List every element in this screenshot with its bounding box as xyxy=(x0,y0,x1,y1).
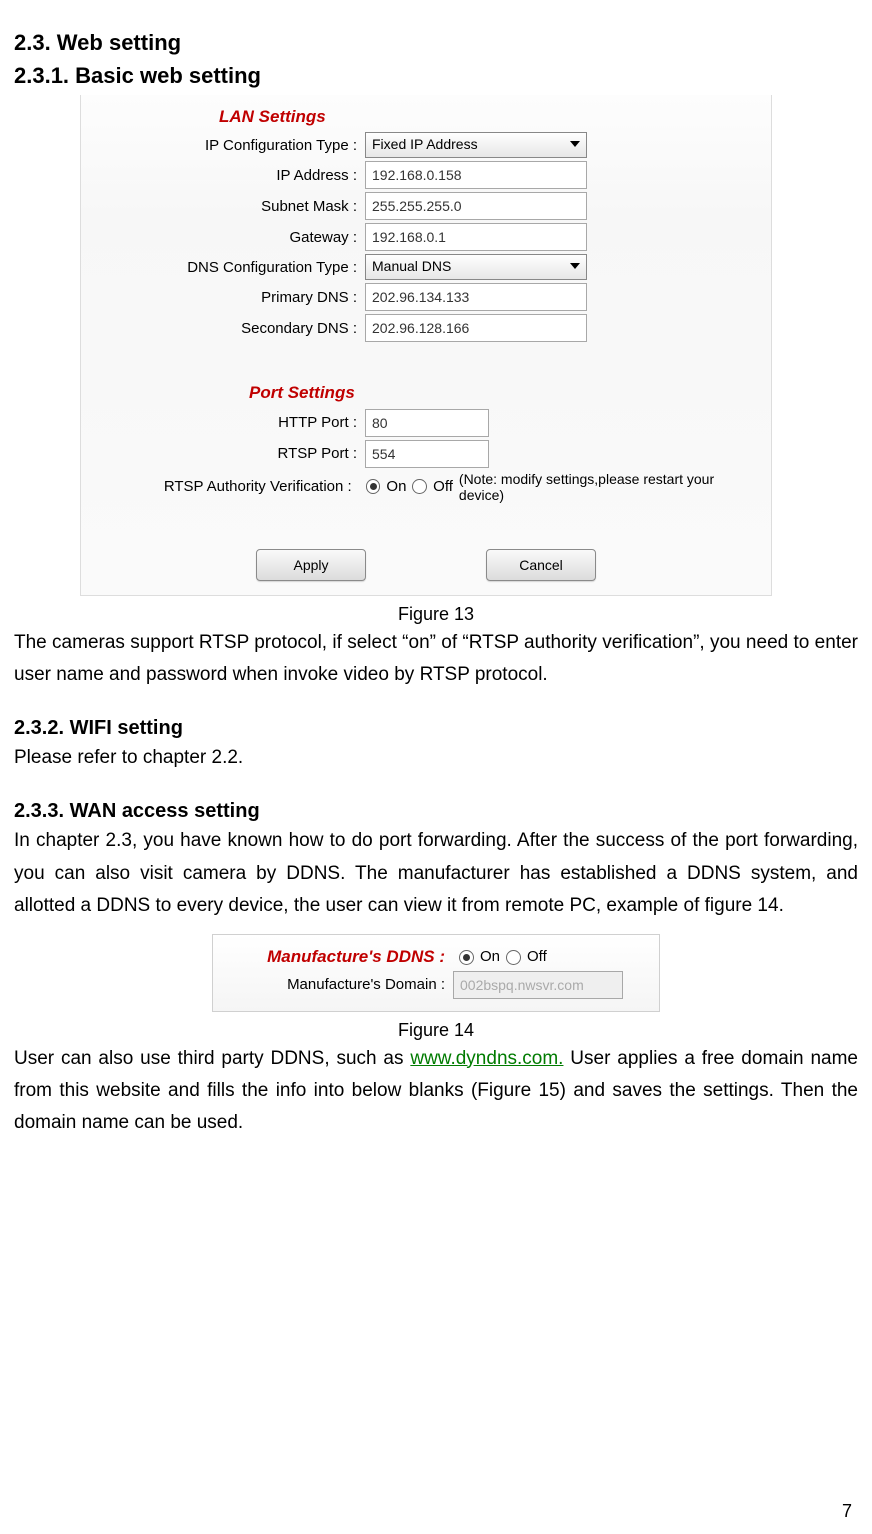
apply-button[interactable]: Apply xyxy=(256,549,366,581)
label-secondary-dns: Secondary DNS : xyxy=(95,320,365,337)
radio-ddns-off[interactable] xyxy=(506,950,521,965)
input-mfg-domain[interactable] xyxy=(453,971,623,999)
lan-settings-header: LAN Settings xyxy=(219,107,757,127)
select-dns-conf-type[interactable]: Manual DNS xyxy=(365,254,587,280)
input-rtsp-port[interactable] xyxy=(365,440,489,468)
label-http-port: HTTP Port : xyxy=(95,414,365,431)
cancel-button-label: Cancel xyxy=(519,557,563,573)
page-number: 7 xyxy=(842,1501,852,1522)
paragraph-after-fig13: The cameras support RTSP protocol, if se… xyxy=(14,627,858,692)
radio-rtsp-on[interactable] xyxy=(366,479,381,494)
paragraph-after-fig14-a: User can also use third party DDNS, such… xyxy=(14,1048,410,1069)
input-gateway[interactable] xyxy=(365,223,587,251)
label-mfg-ddns: Manufacture's DDNS : xyxy=(227,947,453,967)
figure-14-caption: Figure 14 xyxy=(14,1020,858,1041)
link-dyndns[interactable]: www.dyndns.com. xyxy=(410,1048,563,1069)
heading-2-3: 2.3. Web setting xyxy=(14,30,858,55)
select-ip-conf-type-value: Fixed IP Address xyxy=(372,136,478,152)
paragraph-wan: In chapter 2.3, you have known how to do… xyxy=(14,825,858,922)
port-settings-header: Port Settings xyxy=(249,383,757,403)
select-ip-conf-type[interactable]: Fixed IP Address xyxy=(365,132,587,158)
input-ip-address[interactable] xyxy=(365,161,587,189)
paragraph-after-fig14: User can also use third party DDNS, such… xyxy=(14,1043,858,1140)
label-dns-conf-type: DNS Configuration Type : xyxy=(95,259,365,276)
radio-ddns-on-label: On xyxy=(480,948,500,965)
figure-13-caption: Figure 13 xyxy=(14,604,858,625)
input-secondary-dns[interactable] xyxy=(365,314,587,342)
chevron-down-icon xyxy=(570,263,580,269)
select-dns-conf-type-value: Manual DNS xyxy=(372,258,451,274)
label-rtsp-auth: RTSP Authority Verification : xyxy=(95,478,360,495)
heading-2-3-2: 2.3.2. WIFI setting xyxy=(14,717,858,740)
label-primary-dns: Primary DNS : xyxy=(95,289,365,306)
radio-ddns-on[interactable] xyxy=(459,950,474,965)
label-gateway: Gateway : xyxy=(95,229,365,246)
heading-2-3-1: 2.3.1. Basic web setting xyxy=(14,63,858,88)
figure-14-panel: Manufacture's DDNS : On Off Manufacture'… xyxy=(212,934,660,1012)
input-http-port[interactable] xyxy=(365,409,489,437)
radio-rtsp-off[interactable] xyxy=(412,479,427,494)
input-subnet-mask[interactable] xyxy=(365,192,587,220)
radio-rtsp-off-label: Off xyxy=(433,478,453,495)
radio-ddns-off-label: Off xyxy=(527,948,547,965)
figure-13-panel: LAN Settings IP Configuration Type : Fix… xyxy=(80,95,772,596)
label-mfg-domain: Manufacture's Domain : xyxy=(227,976,453,993)
label-ip-conf-type: IP Configuration Type : xyxy=(95,137,365,154)
label-ip-address: IP Address : xyxy=(95,167,365,184)
apply-button-label: Apply xyxy=(293,557,328,573)
paragraph-wifi: Please refer to chapter 2.2. xyxy=(14,742,858,774)
input-primary-dns[interactable] xyxy=(365,283,587,311)
label-rtsp-port: RTSP Port : xyxy=(95,445,365,462)
radio-rtsp-on-label: On xyxy=(386,478,406,495)
cancel-button[interactable]: Cancel xyxy=(486,549,596,581)
rtsp-note: (Note: modify settings,please restart yo… xyxy=(459,471,757,503)
chevron-down-icon xyxy=(570,141,580,147)
label-subnet-mask: Subnet Mask : xyxy=(95,198,365,215)
heading-2-3-3: 2.3.3. WAN access setting xyxy=(14,800,858,823)
